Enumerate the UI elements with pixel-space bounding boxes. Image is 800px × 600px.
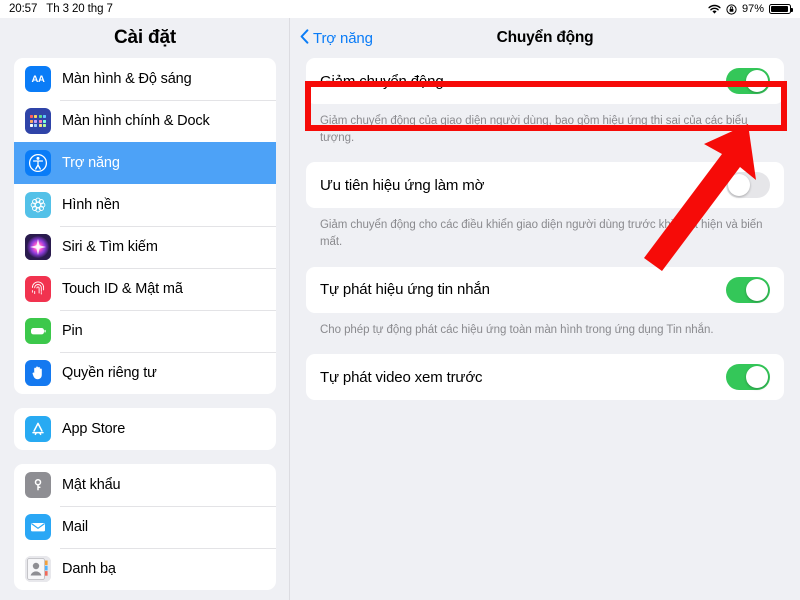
reduce-motion-toggle[interactable]: [726, 68, 770, 94]
passwords-key-icon: [25, 472, 51, 498]
sidebar-title: Cài đặt: [114, 27, 176, 48]
sidebar-item-label: Màn hình chính & Dock: [62, 113, 210, 129]
toggle-knob: [746, 366, 768, 389]
sidebar-content-divider: [289, 18, 290, 600]
home-screen-dock-icon: [25, 108, 51, 134]
rotation-lock-icon: [726, 3, 737, 15]
status-date: Th 3 20 thg 7: [46, 3, 113, 15]
touch-id-icon: [25, 276, 51, 302]
sidebar-item-battery[interactable]: Pin: [14, 310, 276, 352]
battery-settings-icon: [25, 318, 51, 344]
sidebar-item-label: Mail: [62, 519, 88, 535]
display-brightness-icon: AA: [25, 66, 51, 92]
wifi-icon: [708, 4, 721, 15]
reduce-motion-row[interactable]: Giảm chuyển động: [306, 58, 784, 104]
setting-label: Giảm chuyển động: [320, 72, 444, 90]
sidebar-item-accessibility[interactable]: Trợ năng: [14, 142, 276, 184]
sidebar-group-accounts: Mật khẩu Mail Danh bạ: [14, 464, 276, 590]
sidebar-item-label: Touch ID & Mật mã: [62, 281, 183, 297]
sidebar-item-passwords[interactable]: Mật khẩu: [14, 464, 276, 506]
display-brightness-icon-glyph: AA: [31, 73, 45, 85]
autoplay-video-previews-card: Tự phát video xem trước: [306, 354, 784, 401]
sidebar-item-wallpaper[interactable]: Hình nền: [14, 184, 276, 226]
home-screen-dock-icon-dots: [29, 114, 47, 128]
back-button[interactable]: Trợ năng: [290, 28, 373, 48]
autoplay-message-effects-row[interactable]: Tự phát hiệu ứng tin nhắn: [306, 267, 784, 313]
privacy-hand-icon: [25, 360, 51, 386]
reduce-motion-note: Giảm chuyển động của giao diện người dùn…: [320, 115, 748, 144]
autoplay-video-previews-toggle[interactable]: [726, 364, 770, 391]
toggle-knob: [746, 70, 768, 92]
sidebar-item-label: Hình nền: [62, 197, 120, 213]
prefer-cross-fade-toggle[interactable]: [726, 172, 770, 199]
sidebar-item-siri-search[interactable]: Siri & Tìm kiếm: [14, 226, 276, 268]
sidebar-item-privacy[interactable]: Quyền riêng tư: [14, 352, 276, 394]
siri-icon: [25, 234, 51, 260]
autoplay-message-effects-card: Tự phát hiệu ứng tin nhắn: [306, 266, 784, 313]
sidebar-item-label: Siri & Tìm kiếm: [62, 239, 158, 255]
sidebar-item-label: Quyền riêng tư: [62, 365, 157, 381]
autoplay-message-effects-note: Cho phép tự động phát các hiệu ứng toàn …: [320, 323, 714, 336]
ipad-settings-screen: 20:57 Th 3 20 thg 7 97% Cài đặt AA Màn h…: [0, 0, 800, 600]
status-bar-left: 20:57 Th 3 20 thg 7: [0, 3, 113, 15]
content-header: Trợ năng Chuyển động: [290, 18, 800, 58]
sidebar-item-contacts[interactable]: Danh bạ: [14, 548, 276, 590]
status-time: 20:57: [9, 3, 38, 15]
app-store-icon: [25, 416, 51, 442]
sidebar-item-display-brightness[interactable]: AA Màn hình & Độ sáng: [14, 58, 276, 100]
sidebar-item-app-store[interactable]: App Store: [14, 408, 276, 450]
setting-label: Ưu tiên hiệu ứng làm mờ: [320, 176, 485, 194]
motion-settings-pane: Trợ năng Chuyển động Giảm chuyển động Gi…: [290, 18, 800, 600]
prefer-cross-fade-card: Ưu tiên hiệu ứng làm mờ: [306, 162, 784, 209]
status-bar-right: 97%: [708, 3, 800, 15]
sidebar-item-mail[interactable]: Mail: [14, 506, 276, 548]
sidebar-item-label: Trợ năng: [62, 155, 120, 171]
chevron-left-icon: [300, 28, 309, 48]
status-bar: 20:57 Th 3 20 thg 7 97%: [0, 0, 800, 18]
autoplay-video-previews-row[interactable]: Tự phát video xem trước: [306, 354, 784, 400]
autoplay-message-effects-toggle[interactable]: [726, 276, 770, 303]
back-button-label: Trợ năng: [313, 29, 373, 47]
sidebar-group-main: AA Màn hình & Độ sáng Màn hình chính & D…: [14, 58, 276, 394]
sidebar-item-label: Màn hình & Độ sáng: [62, 71, 192, 87]
sidebar-item-home-screen-dock[interactable]: Màn hình chính & Dock: [14, 100, 276, 142]
mail-icon: [25, 514, 51, 540]
prefer-cross-fade-row[interactable]: Ưu tiên hiệu ứng làm mờ: [306, 162, 784, 208]
prefer-cross-fade-note: Giảm chuyển động cho các điều khiển giao…: [320, 219, 763, 249]
setting-label: Tự phát video xem trước: [320, 368, 483, 386]
sidebar-group-store: App Store: [14, 408, 276, 450]
sidebar-item-label: App Store: [62, 421, 126, 437]
battery-icon: [769, 4, 794, 14]
sidebar-item-label: Mật khẩu: [62, 477, 121, 493]
toggle-knob: [728, 174, 750, 197]
sidebar-item-touch-id-passcode[interactable]: Touch ID & Mật mã: [14, 268, 276, 310]
contacts-icon: [25, 556, 51, 582]
settings-sidebar[interactable]: Cài đặt AA Màn hình & Độ sáng Màn hình c…: [0, 18, 290, 600]
reduce-motion-card: Giảm chuyển động: [306, 58, 784, 104]
wallpaper-icon: [25, 192, 51, 218]
sidebar-item-label: Danh bạ: [62, 561, 116, 577]
sidebar-item-label: Pin: [62, 323, 83, 339]
accessibility-icon: [25, 150, 51, 176]
setting-label: Tự phát hiệu ứng tin nhắn: [320, 281, 490, 299]
toggle-knob: [746, 278, 768, 301]
battery-percent-label: 97%: [741, 3, 764, 15]
